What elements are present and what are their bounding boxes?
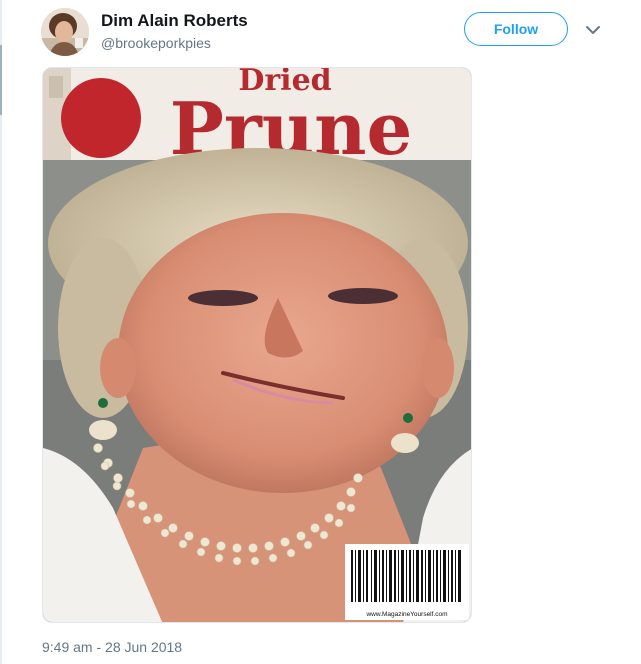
tweet-timestamp[interactable]: 9:49 am - 28 Jun 2018 [42,639,182,655]
follow-button[interactable]: Follow [464,12,568,46]
avatar[interactable] [41,8,89,56]
magazine-cover: Dried Prune www.MagazineYourself.com [43,68,471,622]
barcode-url: www.MagazineYourself.com [365,611,447,618]
barcode: www.MagazineYourself.com [345,544,469,620]
author-name[interactable]: Dim Alain Roberts [101,11,248,31]
author-handle[interactable]: @brookeporkpies [101,35,211,51]
tweet-image[interactable]: Dried Prune www.MagazineYourself.com [42,67,472,623]
avatar-image [41,8,89,56]
chevron-down-icon[interactable] [583,22,603,38]
tweet-header: Dim Alain Roberts @brookeporkpies Follow [0,0,641,60]
